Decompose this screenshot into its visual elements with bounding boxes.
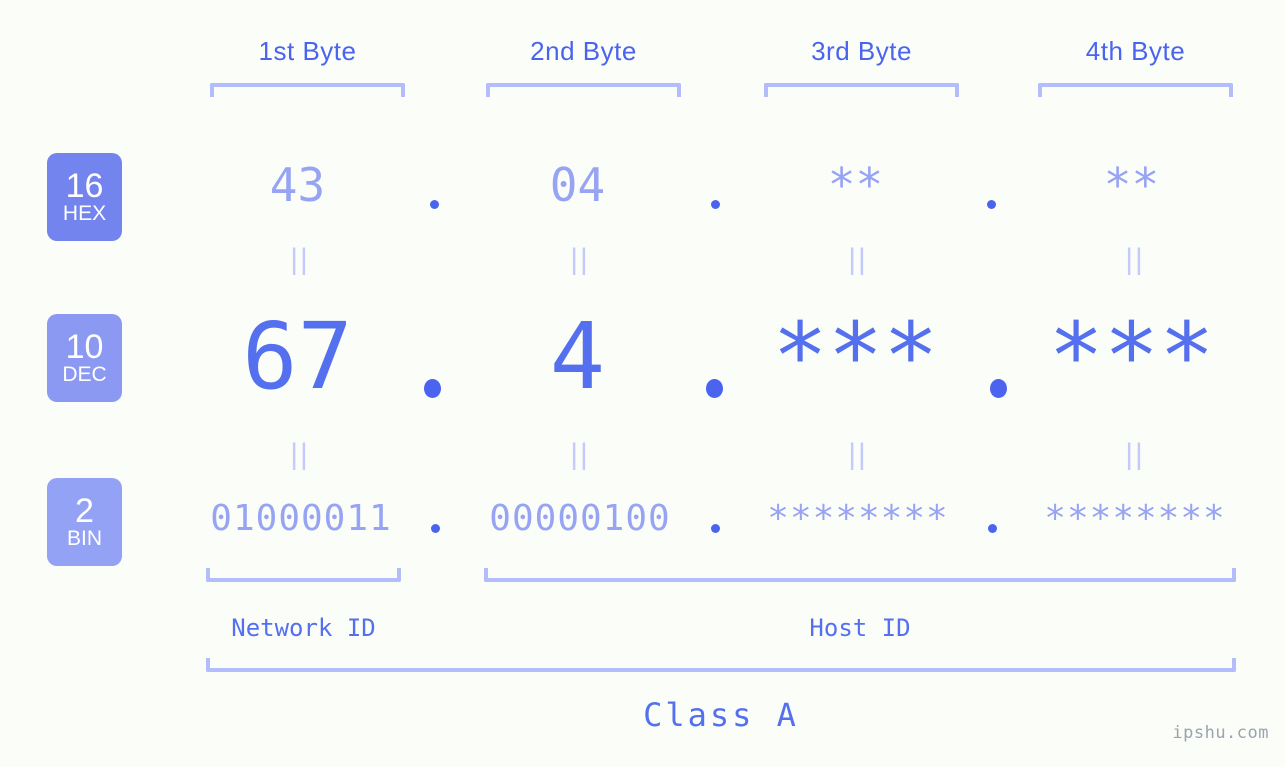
bin-separator-dot-2 bbox=[711, 524, 720, 533]
hex-separator-dot-2 bbox=[711, 200, 720, 209]
equivalence-hex-dec-1: || bbox=[290, 243, 310, 276]
equivalence-dec-bin-2: || bbox=[570, 438, 590, 471]
bin-byte-3: ******** bbox=[767, 498, 949, 539]
byte-header-2: 2nd Byte bbox=[530, 36, 637, 66]
hex-byte-2: 04 bbox=[549, 158, 606, 212]
ip-address-breakdown-diagram: 1st Byte 2nd Byte 3rd Byte 4th Byte 16 H… bbox=[0, 0, 1285, 767]
base-badge-bin-label: BIN bbox=[66, 526, 102, 550]
equivalence-hex-dec-4: || bbox=[1125, 243, 1145, 276]
equivalence-dec-bin-1: || bbox=[290, 438, 310, 471]
network-id-bracket bbox=[206, 568, 401, 582]
byte-header-4: 4th Byte bbox=[1085, 36, 1186, 66]
hex-byte-3: ** bbox=[827, 158, 884, 212]
dec-byte-2: 4 bbox=[549, 303, 606, 410]
byte-header-3: 3rd Byte bbox=[811, 36, 912, 66]
dec-separator-dot-1 bbox=[424, 379, 441, 398]
hex-byte-1: 43 bbox=[269, 158, 326, 212]
bin-separator-dot-3 bbox=[988, 524, 997, 533]
byte-bracket-1 bbox=[210, 83, 405, 97]
equivalence-dec-bin-3: || bbox=[848, 438, 868, 471]
base-badge-dec: 10 DEC bbox=[47, 314, 122, 402]
byte-bracket-4 bbox=[1038, 83, 1233, 97]
bin-byte-1: 01000011 bbox=[210, 498, 392, 539]
base-badge-hex: 16 HEX bbox=[47, 153, 122, 241]
bin-byte-2: 00000100 bbox=[489, 498, 671, 539]
dec-byte-3: *** bbox=[772, 303, 939, 410]
hex-separator-dot-3 bbox=[987, 200, 996, 209]
equivalence-dec-bin-4: || bbox=[1125, 438, 1145, 471]
site-watermark: ipshu.com bbox=[1172, 723, 1269, 743]
bin-separator-dot-1 bbox=[431, 524, 440, 533]
dec-separator-dot-2 bbox=[706, 379, 723, 398]
byte-bracket-2 bbox=[486, 83, 681, 97]
byte-header-1: 1st Byte bbox=[258, 36, 357, 66]
hex-separator-dot-1 bbox=[430, 200, 439, 209]
base-badge-bin-number: 2 bbox=[75, 491, 94, 530]
host-id-bracket bbox=[484, 568, 1236, 582]
dec-separator-dot-3 bbox=[990, 379, 1007, 398]
class-label: Class A bbox=[643, 696, 799, 734]
class-bracket bbox=[206, 658, 1236, 672]
base-badge-bin: 2 BIN bbox=[47, 478, 122, 566]
dec-byte-4: *** bbox=[1048, 303, 1215, 410]
host-id-label: Host ID bbox=[809, 614, 911, 642]
bin-byte-4: ******** bbox=[1044, 498, 1226, 539]
equivalence-hex-dec-3: || bbox=[848, 243, 868, 276]
base-badge-hex-number: 16 bbox=[65, 166, 104, 205]
base-badge-hex-label: HEX bbox=[62, 201, 107, 225]
dec-byte-1: 67 bbox=[242, 303, 353, 410]
base-badge-dec-label: DEC bbox=[62, 362, 107, 386]
equivalence-hex-dec-2: || bbox=[570, 243, 590, 276]
byte-bracket-3 bbox=[764, 83, 959, 97]
network-id-label: Network ID bbox=[231, 614, 376, 642]
base-badge-dec-number: 10 bbox=[65, 327, 104, 366]
hex-byte-4: ** bbox=[1103, 158, 1160, 212]
